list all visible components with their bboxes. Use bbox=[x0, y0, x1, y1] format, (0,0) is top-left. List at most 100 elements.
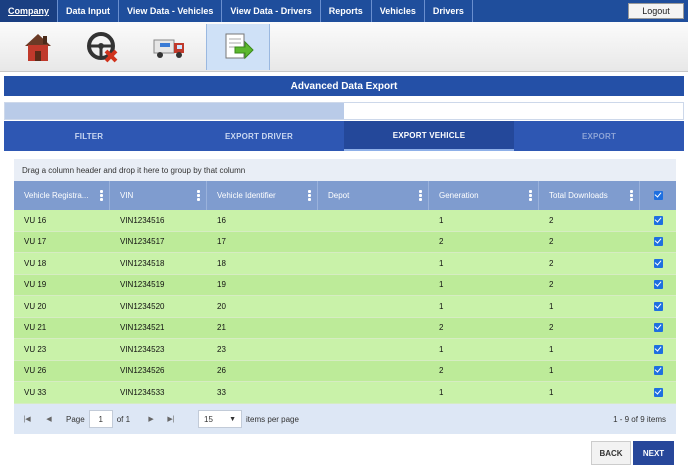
cell-generation: 1 bbox=[439, 258, 444, 268]
column-header-vin[interactable]: VIN bbox=[110, 181, 207, 210]
top-nav: Company Data Input View Data - Vehicles … bbox=[0, 0, 688, 22]
chevron-down-icon: ▼ bbox=[229, 415, 237, 423]
cell-total-downloads: 1 bbox=[549, 366, 554, 376]
page-label: Page bbox=[66, 414, 85, 424]
row-checkbox[interactable] bbox=[653, 387, 663, 397]
driver-delete-button[interactable] bbox=[70, 24, 134, 70]
column-menu-icon[interactable] bbox=[630, 190, 633, 201]
column-menu-icon[interactable] bbox=[197, 190, 200, 201]
cell-depot bbox=[318, 382, 429, 403]
table-row[interactable]: VU 18 VIN1234518 18 1 2 bbox=[14, 253, 676, 275]
select-all-checkbox-cell[interactable] bbox=[640, 181, 676, 210]
nav-tab-drivers[interactable]: Drivers bbox=[425, 0, 473, 22]
cell-depot bbox=[318, 296, 429, 317]
step-filter[interactable]: FILTER bbox=[4, 121, 174, 151]
nav-tab-reports[interactable]: Reports bbox=[321, 0, 372, 22]
table-row[interactable]: VU 21 VIN1234521 21 2 2 bbox=[14, 317, 676, 339]
row-checkbox-cell[interactable] bbox=[640, 382, 676, 403]
wizard-progress-fill bbox=[5, 103, 344, 119]
table-row[interactable]: VU 19 VIN1234519 19 1 2 bbox=[14, 274, 676, 296]
step-export-driver[interactable]: EXPORT DRIVER bbox=[174, 121, 344, 151]
row-checkbox[interactable] bbox=[653, 323, 663, 333]
group-drop-zone[interactable]: Drag a column header and drop it here to… bbox=[14, 159, 676, 181]
vehicle-button[interactable] bbox=[138, 24, 202, 70]
cell-vehicle-registration: VU 16 bbox=[24, 215, 47, 225]
row-checkbox-cell[interactable] bbox=[640, 275, 676, 296]
first-page-icon[interactable]: |◀ bbox=[20, 415, 34, 423]
cell-vehicle-registration: VU 19 bbox=[24, 280, 47, 290]
table-row[interactable]: VU 23 VIN1234523 23 1 1 bbox=[14, 339, 676, 361]
next-button[interactable]: NEXT bbox=[633, 441, 674, 465]
house-icon bbox=[25, 34, 51, 61]
cell-depot bbox=[318, 318, 429, 339]
row-checkbox-cell[interactable] bbox=[640, 210, 676, 231]
nav-tab-view-data-drivers[interactable]: View Data - Drivers bbox=[222, 0, 321, 22]
column-menu-icon[interactable] bbox=[308, 190, 311, 201]
column-menu-icon[interactable] bbox=[419, 190, 422, 201]
column-header-label: Generation bbox=[439, 191, 479, 200]
nav-tab-company[interactable]: Company bbox=[0, 0, 59, 22]
cell-vehicle-identifier: 20 bbox=[217, 301, 226, 311]
nav-tab-data-input[interactable]: Data Input bbox=[58, 0, 120, 22]
cell-vin: VIN1234518 bbox=[120, 258, 165, 268]
row-checkbox-cell[interactable] bbox=[640, 339, 676, 360]
column-menu-icon[interactable] bbox=[529, 190, 532, 201]
cell-generation: 1 bbox=[439, 387, 444, 397]
step-export-vehicle[interactable]: EXPORT VEHICLE bbox=[344, 121, 514, 151]
column-menu-icon[interactable] bbox=[100, 190, 103, 201]
column-header-generation[interactable]: Generation bbox=[429, 181, 539, 210]
row-checkbox-cell[interactable] bbox=[640, 296, 676, 317]
page-size-select[interactable]: 15 ▼ bbox=[198, 410, 243, 428]
company-home-button[interactable] bbox=[6, 24, 70, 70]
step-export: EXPORT bbox=[581, 131, 617, 141]
nav-tab-vehicles[interactable]: Vehicles bbox=[372, 0, 425, 22]
cell-total-downloads: 2 bbox=[549, 215, 554, 225]
column-header-depot[interactable]: Depot bbox=[318, 181, 429, 210]
table-row[interactable]: VU 16 VIN1234516 16 1 2 bbox=[14, 210, 676, 232]
back-button[interactable]: BACK bbox=[591, 441, 631, 465]
table-row[interactable]: VU 20 VIN1234520 20 1 1 bbox=[14, 296, 676, 318]
row-checkbox-cell[interactable] bbox=[640, 253, 676, 274]
column-header-label: Depot bbox=[328, 191, 350, 200]
cell-vin: VIN1234521 bbox=[120, 323, 165, 333]
last-page-icon[interactable]: ▶| bbox=[164, 415, 178, 423]
cell-generation: 1 bbox=[439, 301, 444, 311]
cell-depot bbox=[318, 339, 429, 360]
column-header-vehicle-registration[interactable]: Vehicle Registra... bbox=[14, 181, 110, 210]
pager: |◀ ◀ Page 1 of 1 ▶ ▶| 15 ▼ items per pag… bbox=[14, 404, 676, 434]
row-checkbox[interactable] bbox=[653, 301, 663, 311]
row-checkbox-cell[interactable] bbox=[640, 361, 676, 382]
cell-vehicle-identifier: 18 bbox=[217, 258, 226, 268]
column-header-label: Vehicle Registra... bbox=[24, 191, 89, 200]
table-row[interactable]: VU 26 VIN1234526 26 2 1 bbox=[14, 360, 676, 382]
row-checkbox-cell[interactable] bbox=[640, 318, 676, 339]
row-checkbox[interactable] bbox=[653, 258, 663, 268]
cell-vin: VIN1234519 bbox=[120, 280, 165, 290]
column-header-total-downloads[interactable]: Total Downloads bbox=[539, 181, 640, 210]
row-checkbox[interactable] bbox=[653, 344, 663, 354]
column-header-vehicle-identifier[interactable]: Vehicle Identifier bbox=[207, 181, 318, 210]
next-page-icon[interactable]: ▶ bbox=[144, 415, 158, 423]
row-checkbox[interactable] bbox=[653, 237, 663, 247]
page-size-value: 15 bbox=[204, 414, 213, 424]
table-row[interactable]: VU 17 VIN1234517 17 2 2 bbox=[14, 231, 676, 253]
row-checkbox-cell[interactable] bbox=[640, 232, 676, 253]
cell-generation: 1 bbox=[439, 344, 444, 354]
pager-info: 1 - 9 of 9 items bbox=[613, 414, 666, 424]
data-export-button[interactable] bbox=[206, 24, 270, 70]
logout-button[interactable]: Logout bbox=[628, 3, 684, 19]
nav-tab-view-data-vehicles[interactable]: View Data - Vehicles bbox=[119, 0, 223, 22]
cell-vin: VIN1234523 bbox=[120, 344, 165, 354]
wizard-steps: FILTER EXPORT DRIVER EXPORT VEHICLE EXPO… bbox=[4, 121, 684, 151]
cell-total-downloads: 2 bbox=[549, 323, 554, 333]
prev-page-icon[interactable]: ◀ bbox=[42, 415, 56, 423]
row-checkbox[interactable] bbox=[653, 280, 663, 290]
row-checkbox[interactable] bbox=[653, 215, 663, 225]
row-checkbox[interactable] bbox=[653, 366, 663, 376]
cell-vehicle-identifier: 17 bbox=[217, 237, 226, 247]
page-input[interactable]: 1 bbox=[88, 410, 113, 428]
table-row[interactable]: VU 33 VIN1234533 33 1 1 bbox=[14, 382, 676, 404]
cell-vehicle-registration: VU 23 bbox=[24, 344, 47, 354]
select-all-checkbox[interactable] bbox=[653, 191, 663, 200]
cell-vehicle-registration: VU 17 bbox=[24, 237, 47, 247]
